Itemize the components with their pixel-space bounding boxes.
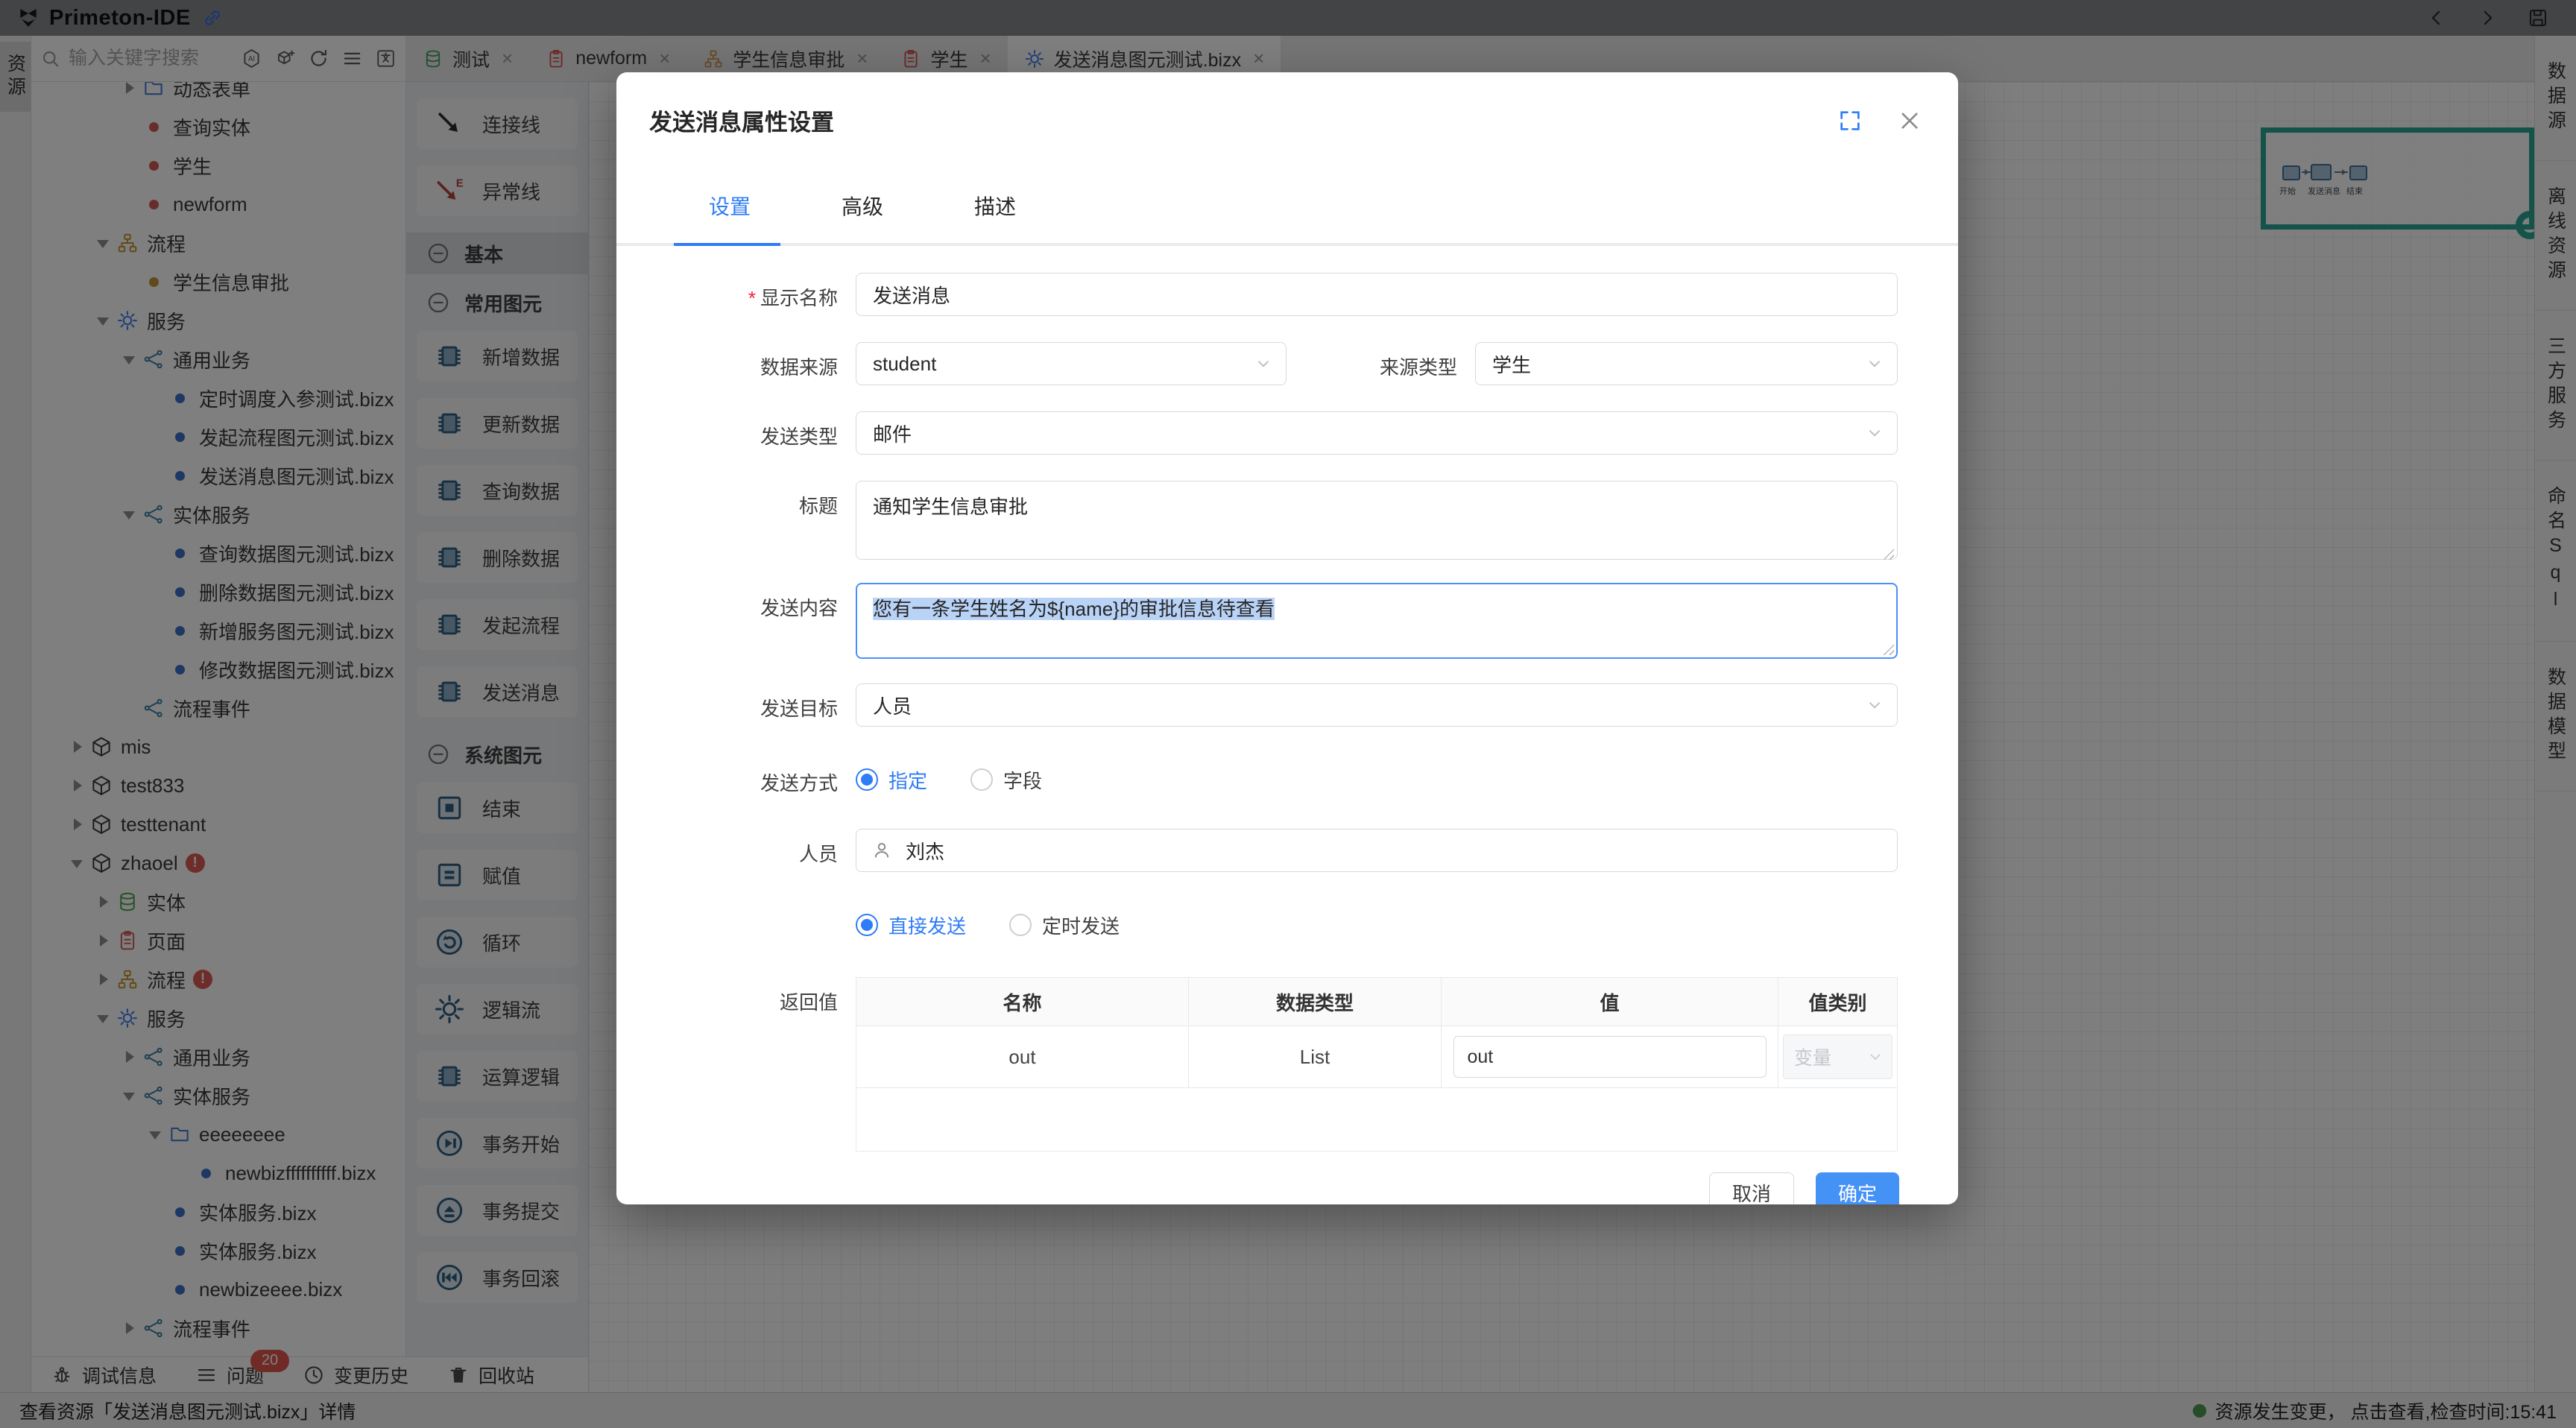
cell-name: out (856, 1026, 1189, 1087)
person-picker[interactable] (856, 829, 1898, 872)
tab-advanced[interactable]: 高级 (830, 191, 895, 221)
radio-send-scheduled[interactable] (1009, 914, 1032, 936)
radio-send-now-label: 直接发送 (888, 912, 966, 939)
chevron-down-icon (1254, 354, 1273, 373)
confirm-button[interactable]: 确定 (1816, 1172, 1899, 1204)
return-value-table: 名称 数据类型 值 值类别 out List 变量 (856, 977, 1898, 1151)
send-message-properties-dialog: 发送消息属性设置 设置 高级 描述 *显示名称 数据来源 (616, 72, 1958, 1204)
required-asterisk: * (748, 287, 756, 309)
table-empty-area (856, 1088, 1897, 1151)
source-type-label: 来源类型 (1287, 342, 1457, 385)
selected-text: 您有一条学生姓名为${name}的审批信息待查看 (873, 598, 1275, 620)
send-target-select[interactable] (856, 683, 1898, 727)
fullscreen-icon[interactable] (1837, 108, 1863, 133)
data-source-value[interactable] (856, 342, 1287, 385)
send-type-label: 发送类型 (649, 411, 838, 455)
chevron-down-icon (1865, 354, 1884, 373)
radio-send-now[interactable] (856, 914, 878, 936)
chevron-down-icon (1866, 1048, 1884, 1066)
radio-field[interactable] (970, 768, 993, 791)
cancel-button[interactable]: 取消 (1709, 1172, 1794, 1204)
message-title-textarea[interactable] (856, 481, 1898, 560)
table-row: out List 变量 (856, 1026, 1897, 1088)
message-content-label: 发送内容 (649, 583, 838, 659)
cell-datatype: List (1189, 1026, 1442, 1087)
radio-designated-label: 指定 (888, 766, 927, 794)
send-target-label: 发送目标 (649, 683, 838, 727)
app-root: Primeton-IDE 资源 动态表单查询实体学生newform流程学生信息审… (0, 0, 2576, 1428)
send-type-select[interactable] (856, 411, 1898, 455)
send-target-value[interactable] (856, 683, 1898, 727)
cell-category-select[interactable]: 变量 (1783, 1034, 1892, 1079)
tab-divider (616, 243, 1958, 246)
return-value-label: 返回值 (649, 977, 838, 1151)
dialog-title: 发送消息属性设置 (649, 104, 834, 137)
col-value: 值 (1442, 978, 1778, 1026)
close-icon[interactable] (1897, 108, 1922, 133)
radio-field-label: 字段 (1003, 766, 1042, 794)
source-type-value[interactable] (1475, 342, 1898, 385)
person-icon (871, 839, 893, 862)
tab-settings[interactable]: 设置 (697, 191, 763, 221)
radio-send-scheduled-label: 定时发送 (1042, 912, 1120, 939)
data-source-select[interactable] (856, 342, 1287, 385)
send-type-value[interactable] (856, 411, 1898, 455)
chevron-down-icon (1865, 695, 1884, 715)
col-category: 值类别 (1778, 978, 1897, 1026)
col-name: 名称 (856, 978, 1189, 1026)
cell-value-input[interactable] (1453, 1036, 1767, 1078)
radio-designated[interactable] (856, 768, 878, 791)
send-mode-label: 发送方式 (649, 758, 838, 801)
chevron-down-icon (1865, 423, 1884, 443)
tab-description[interactable]: 描述 (962, 191, 1028, 221)
data-source-label: 数据来源 (649, 342, 838, 385)
active-tab-indicator (674, 243, 780, 246)
source-type-select[interactable] (1475, 342, 1898, 385)
message-title-label: 标题 (649, 481, 838, 563)
cell-category-value: 变量 (1794, 1043, 1831, 1070)
col-datatype: 数据类型 (1189, 978, 1442, 1026)
table-header-row: 名称 数据类型 值 值类别 (856, 978, 1897, 1026)
dialog-tabs: 设置 高级 描述 (616, 191, 1958, 221)
display-name-input[interactable] (856, 273, 1898, 316)
person-input[interactable] (856, 829, 1898, 872)
display-name-label: *显示名称 (649, 273, 838, 316)
message-content-textarea[interactable]: 您有一条学生姓名为${name}的审批信息待查看 (856, 583, 1898, 659)
person-label: 人员 (649, 829, 838, 872)
